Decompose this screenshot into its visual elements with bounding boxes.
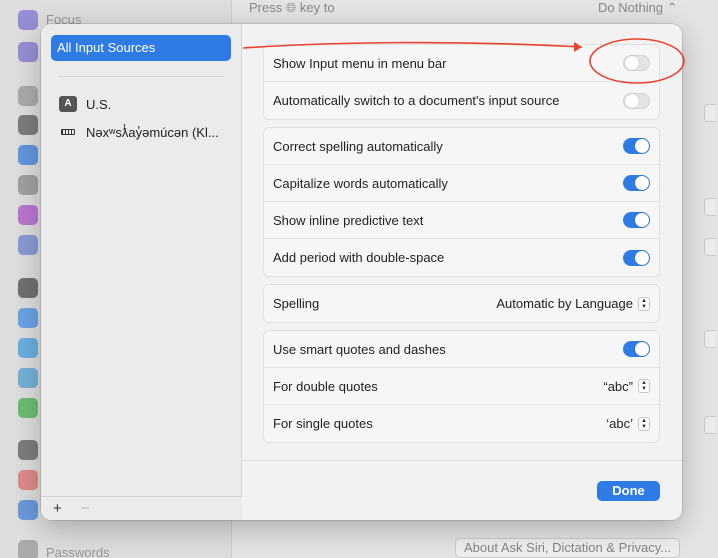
correct-spelling-toggle[interactable] — [623, 138, 650, 154]
chevron-updown-icon: ▲ ▼ — [638, 416, 650, 431]
input-source-us[interactable]: A U.S. — [59, 94, 111, 114]
add-source-button[interactable]: + — [53, 500, 62, 517]
smart-quotes-row: Use smart quotes and dashes — [264, 331, 659, 368]
smart-quotes-group: Use smart quotes and dashes For double q… — [263, 330, 660, 443]
single-quotes-label: For single quotes — [273, 416, 373, 431]
sidebar-divider — [59, 76, 224, 77]
spelling-group: Spelling Automatic by Language ▲ ▼ — [263, 284, 660, 323]
double-quotes-value: “abc” — [603, 378, 633, 394]
text-correction-group: Correct spelling automatically Capitaliz… — [263, 127, 660, 277]
footer-divider — [242, 460, 682, 461]
chevron-updown-icon: ▲ ▼ — [638, 296, 650, 311]
capitalize-row: Capitalize words automatically — [264, 165, 659, 202]
spelling-value: Automatic by Language — [496, 296, 633, 311]
double-space-period-row: Add period with double-space — [264, 239, 659, 276]
input-sources-sheet: All Input Sources A U.S. Nəxʷsƛ̓ay̓əmúcə… — [41, 24, 682, 520]
input-source-label: U.S. — [86, 96, 112, 112]
keyboard-icon — [59, 124, 77, 140]
all-input-sources-item[interactable]: All Input Sources — [51, 35, 231, 61]
double-space-period-label: Add period with double-space — [273, 250, 445, 265]
double-quotes-popup[interactable]: “abc” ▲ ▼ — [603, 379, 650, 394]
show-input-menu-toggle[interactable] — [623, 55, 650, 71]
single-quotes-value: ‘abc’ — [606, 416, 633, 431]
predictive-text-row: Show inline predictive text — [264, 202, 659, 239]
done-button[interactable]: Done — [597, 481, 660, 501]
remove-source-button[interactable]: − — [81, 500, 90, 517]
input-source-label: Nəxʷsƛ̓ay̓əmúcən (Kl... — [86, 124, 219, 140]
spelling-row: Spelling Automatic by Language ▲ ▼ — [264, 285, 659, 322]
correct-spelling-row: Correct spelling automatically — [264, 128, 659, 165]
auto-switch-label: Automatically switch to a document's inp… — [273, 93, 560, 108]
predictive-text-label: Show inline predictive text — [273, 212, 424, 228]
input-sources-sidebar: All Input Sources A U.S. Nəxʷsƛ̓ay̓əmúcə… — [41, 24, 242, 520]
capitalize-toggle[interactable] — [623, 175, 650, 191]
smart-quotes-label: Use smart quotes and dashes — [273, 341, 446, 357]
capitalize-label: Capitalize words automatically — [273, 175, 448, 191]
spelling-popup[interactable]: Automatic by Language ▲ ▼ — [496, 296, 650, 311]
single-quotes-popup[interactable]: ‘abc’ ▲ ▼ — [606, 416, 650, 431]
menu-bar-group: Show Input menu in menu bar Automaticall… — [263, 44, 660, 120]
double-quotes-row: For double quotes “abc” ▲ ▼ — [264, 368, 659, 405]
spelling-label: Spelling — [273, 296, 320, 311]
sidebar-bottom-bar: + − — [41, 496, 242, 520]
predictive-text-toggle[interactable] — [623, 212, 650, 228]
double-space-period-toggle[interactable] — [623, 249, 650, 266]
chevron-updown-icon: ▲ ▼ — [638, 379, 650, 393]
show-input-menu-row: Show Input menu in menu bar — [264, 45, 659, 82]
show-input-menu-label: Show Input menu in menu bar — [273, 55, 447, 71]
single-quotes-row: For single quotes ‘abc’ ▲ ▼ — [264, 405, 659, 442]
auto-switch-toggle[interactable] — [623, 92, 650, 109]
auto-switch-row: Automatically switch to a document's inp… — [264, 82, 659, 119]
letter-a-icon: A — [59, 96, 77, 112]
double-quotes-label: For double quotes — [273, 378, 378, 394]
input-source-klallam[interactable]: Nəxʷsƛ̓ay̓əmúcən (Kl... — [59, 122, 219, 142]
correct-spelling-label: Correct spelling automatically — [273, 138, 443, 154]
smart-quotes-toggle[interactable] — [623, 341, 650, 357]
